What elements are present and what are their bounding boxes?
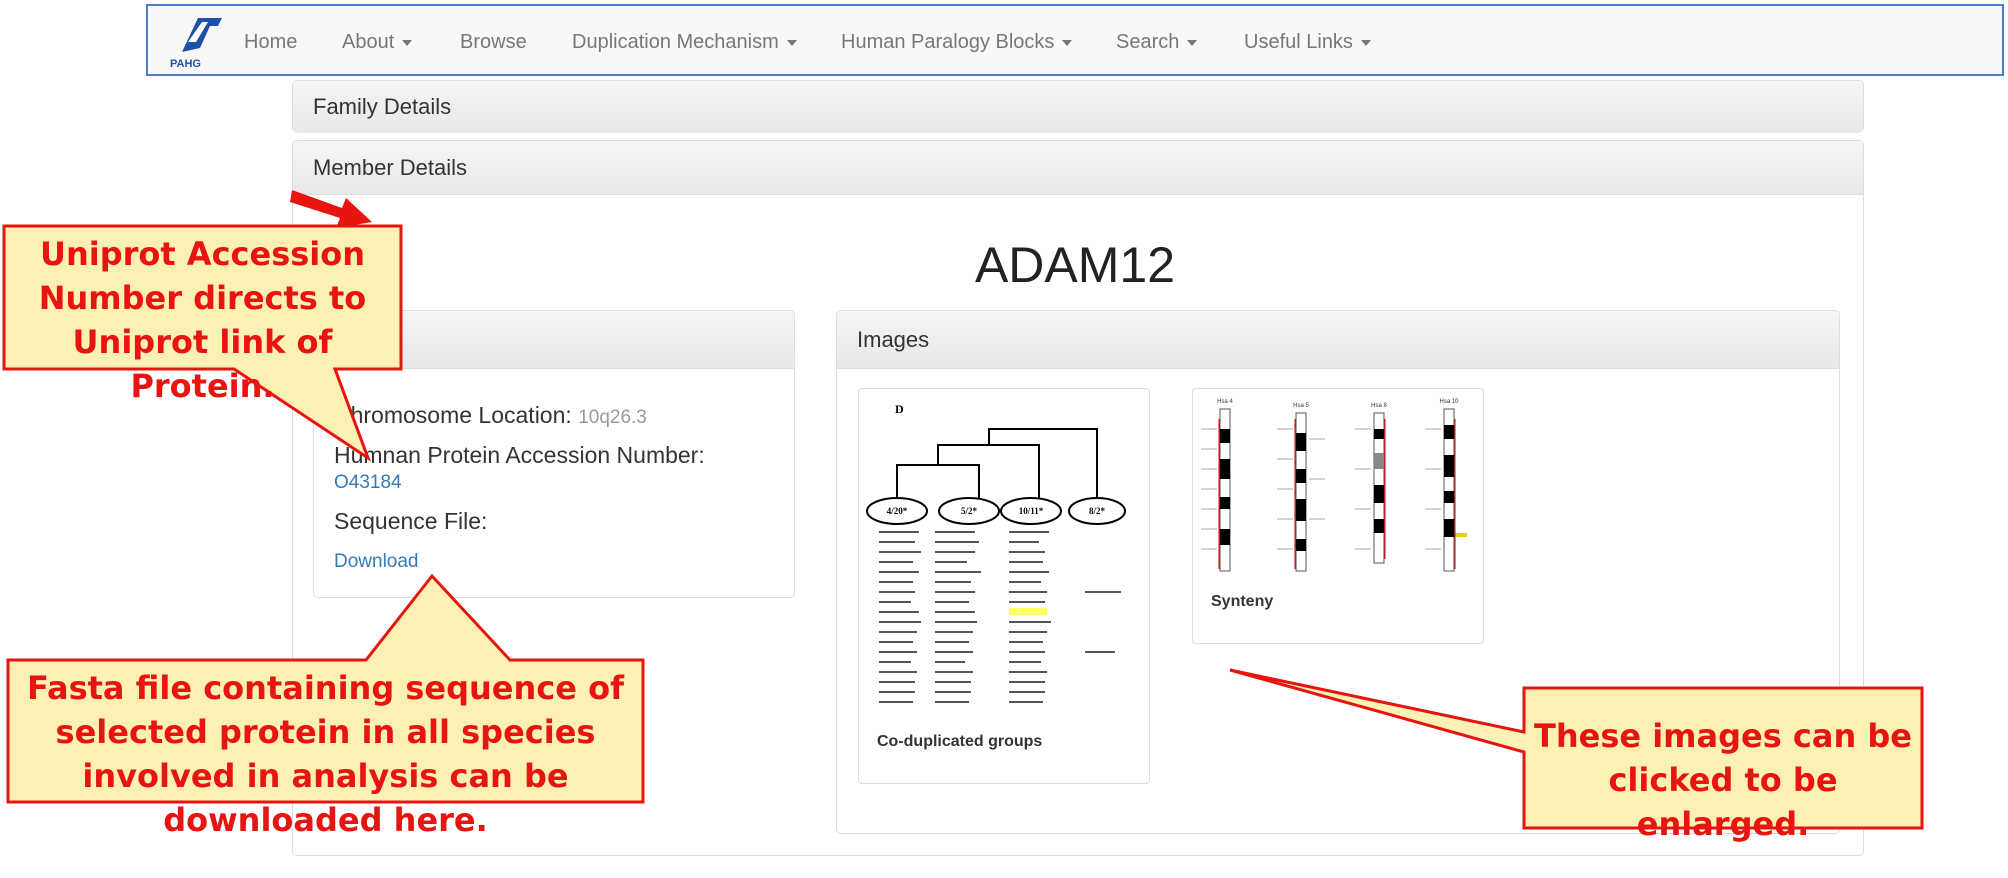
fasta-callout: Fasta file containing sequence of select…: [27, 669, 624, 839]
images-callout: These images can be clicked to be enlarg…: [1534, 717, 1912, 843]
uniprot-callout: Uniprot Accession Number directs to Unip…: [38, 235, 367, 405]
